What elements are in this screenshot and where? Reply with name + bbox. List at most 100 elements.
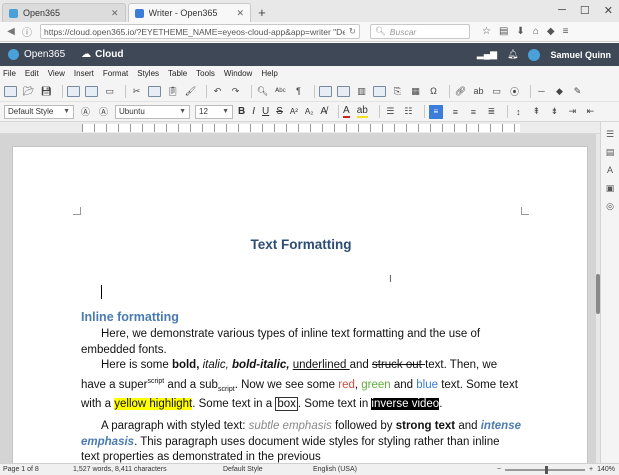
formatting-marks-icon[interactable]: ¶	[292, 86, 305, 97]
font-size-select[interactable]: 12 ▼	[195, 104, 233, 119]
print-preview-icon[interactable]: ▭	[103, 86, 116, 97]
bullet-list-icon[interactable]: ☰	[384, 106, 397, 117]
brand-name[interactable]: Open365	[24, 49, 65, 60]
paragraph-style-select[interactable]: Default Style ▼	[4, 104, 74, 119]
page-icon[interactable]: ▤	[605, 147, 616, 158]
justify-icon[interactable]: ≣	[485, 106, 498, 117]
menu-edit[interactable]: Edit	[25, 69, 39, 78]
highlight-color-button[interactable]: ab	[356, 105, 368, 118]
zoom-level[interactable]: 140%	[597, 466, 615, 473]
bold-button[interactable]: B	[238, 106, 245, 117]
special-character-icon[interactable]: Ω	[427, 86, 440, 97]
avatar[interactable]	[528, 48, 541, 61]
insert-table-icon[interactable]	[319, 85, 332, 97]
insert-line-icon[interactable]: ─	[535, 86, 548, 97]
increase-paragraph-spacing-icon[interactable]: ⇞	[530, 106, 543, 117]
insert-textbox-icon[interactable]	[373, 85, 386, 97]
menu-styles[interactable]: Styles	[137, 69, 159, 78]
info-icon[interactable]: ⓘ	[20, 24, 34, 39]
browser-tab-writer[interactable]: Writer - Open365 ✕	[127, 3, 252, 22]
underline-button[interactable]: U	[262, 106, 269, 117]
comment-icon[interactable]: ▭	[490, 86, 503, 97]
page-break-icon[interactable]: ⎘	[391, 86, 404, 97]
home-icon[interactable]: ⌂	[533, 26, 539, 37]
signal-icon[interactable]: ▂▄▆	[477, 49, 497, 60]
insert-image-icon[interactable]	[337, 85, 350, 97]
insert-chart-icon[interactable]: ▥	[355, 86, 368, 97]
undo-icon[interactable]: ↶	[211, 86, 224, 97]
close-tab-icon[interactable]: ✕	[111, 8, 119, 19]
clear-formatting-button[interactable]: A̸	[320, 106, 327, 117]
track-changes-icon[interactable]: ⦿	[508, 86, 521, 97]
clone-formatting-icon[interactable]: 🖌︎	[184, 86, 197, 97]
zoom-in-icon[interactable]: +	[589, 466, 593, 473]
cut-icon[interactable]: ✂	[130, 86, 143, 97]
update-style-icon[interactable]: Ⓐ	[79, 106, 92, 117]
decrease-paragraph-spacing-icon[interactable]: ⇟	[548, 106, 561, 117]
paste-icon[interactable]: 📋︎	[166, 86, 179, 97]
reload-icon[interactable]: ↻	[349, 26, 356, 37]
new-tab-button[interactable]: +	[258, 5, 266, 20]
document-page[interactable]: Text Formatting I Inline formatting Here…	[12, 146, 588, 463]
copy-icon[interactable]	[148, 85, 161, 97]
menu-tools[interactable]: Tools	[196, 69, 215, 78]
browser-tab-open365[interactable]: Open365 ✕	[2, 3, 126, 22]
menu-format[interactable]: Format	[103, 69, 128, 78]
menu-icon[interactable]: ≡	[563, 26, 569, 37]
menu-view[interactable]: View	[48, 69, 65, 78]
superscript-button[interactable]: A²	[290, 107, 298, 116]
redo-icon[interactable]: ↷	[229, 86, 242, 97]
open-icon[interactable]: 📂︎	[22, 86, 35, 97]
cloud-nav[interactable]: ☁ Cloud	[81, 49, 123, 60]
bookmark-star-icon[interactable]: ☆	[482, 26, 491, 37]
italic-button[interactable]: I	[252, 106, 255, 117]
align-center-icon[interactable]: ≡	[449, 106, 462, 117]
footnote-icon[interactable]: ab	[472, 86, 485, 97]
styles-icon[interactable]: A	[605, 165, 616, 176]
reading-list-icon[interactable]: ▤	[499, 26, 508, 37]
save-icon[interactable]: 💾︎	[40, 86, 53, 97]
notification-bell-icon[interactable]: 🔔︎	[507, 49, 518, 60]
new-document-icon[interactable]	[4, 85, 17, 97]
line-spacing-icon[interactable]: ↕	[512, 106, 525, 117]
pocket-icon[interactable]: ◆	[547, 26, 555, 37]
word-count[interactable]: 1,527 words, 8,411 characters	[73, 466, 223, 473]
navigator-icon[interactable]: ◎	[605, 201, 616, 212]
menu-insert[interactable]: Insert	[74, 69, 94, 78]
minimize-icon[interactable]: ─	[558, 4, 566, 17]
new-style-icon[interactable]: Ⓐ	[97, 106, 110, 117]
align-left-button[interactable]: ≡	[428, 104, 443, 119]
zoom-out-icon[interactable]: −	[497, 466, 501, 473]
increase-indent-icon[interactable]: ⇥	[566, 106, 579, 117]
export-pdf-icon[interactable]	[67, 85, 80, 97]
draw-functions-icon[interactable]: ✎	[571, 86, 584, 97]
user-name[interactable]: Samuel Quinn	[550, 50, 611, 60]
find-replace-icon[interactable]: 🔍︎	[256, 86, 269, 97]
close-tab-icon[interactable]: ✕	[237, 8, 245, 19]
page-style[interactable]: Default Style	[223, 466, 313, 473]
basic-shapes-icon[interactable]: ◆	[553, 86, 566, 97]
print-icon[interactable]	[85, 85, 98, 97]
decrease-indent-icon[interactable]: ⇤	[584, 106, 597, 117]
menu-table[interactable]: Table	[168, 69, 187, 78]
font-name-select[interactable]: Ubuntu ▼	[115, 104, 190, 119]
align-right-icon[interactable]: ≡	[467, 106, 480, 117]
menu-window[interactable]: Window	[224, 69, 252, 78]
document-canvas[interactable]: Text Formatting I Inline formatting Here…	[0, 134, 600, 463]
page-count[interactable]: Page 1 of 8	[3, 466, 73, 473]
maximize-icon[interactable]: ☐	[580, 4, 590, 17]
subscript-button[interactable]: A₂	[305, 107, 313, 116]
zoom-slider[interactable]	[505, 465, 585, 474]
close-window-icon[interactable]: ✕	[604, 4, 613, 17]
numbered-list-icon[interactable]: ☷	[402, 106, 415, 117]
font-color-button[interactable]: A	[343, 105, 350, 118]
back-icon[interactable]: ◀	[4, 26, 18, 37]
language[interactable]: English (USA)	[313, 466, 423, 473]
insert-field-icon[interactable]: ▦	[409, 86, 422, 97]
strikethrough-button[interactable]: S	[276, 106, 283, 117]
properties-icon[interactable]: ☰	[605, 129, 616, 140]
zoom-slider-knob[interactable]	[545, 465, 548, 474]
gallery-icon[interactable]: ▣	[605, 183, 616, 194]
spelling-icon[interactable]: ᴬᵇᶜ	[274, 86, 287, 97]
browser-search-input[interactable]: 🔍︎ Buscar	[370, 24, 470, 39]
